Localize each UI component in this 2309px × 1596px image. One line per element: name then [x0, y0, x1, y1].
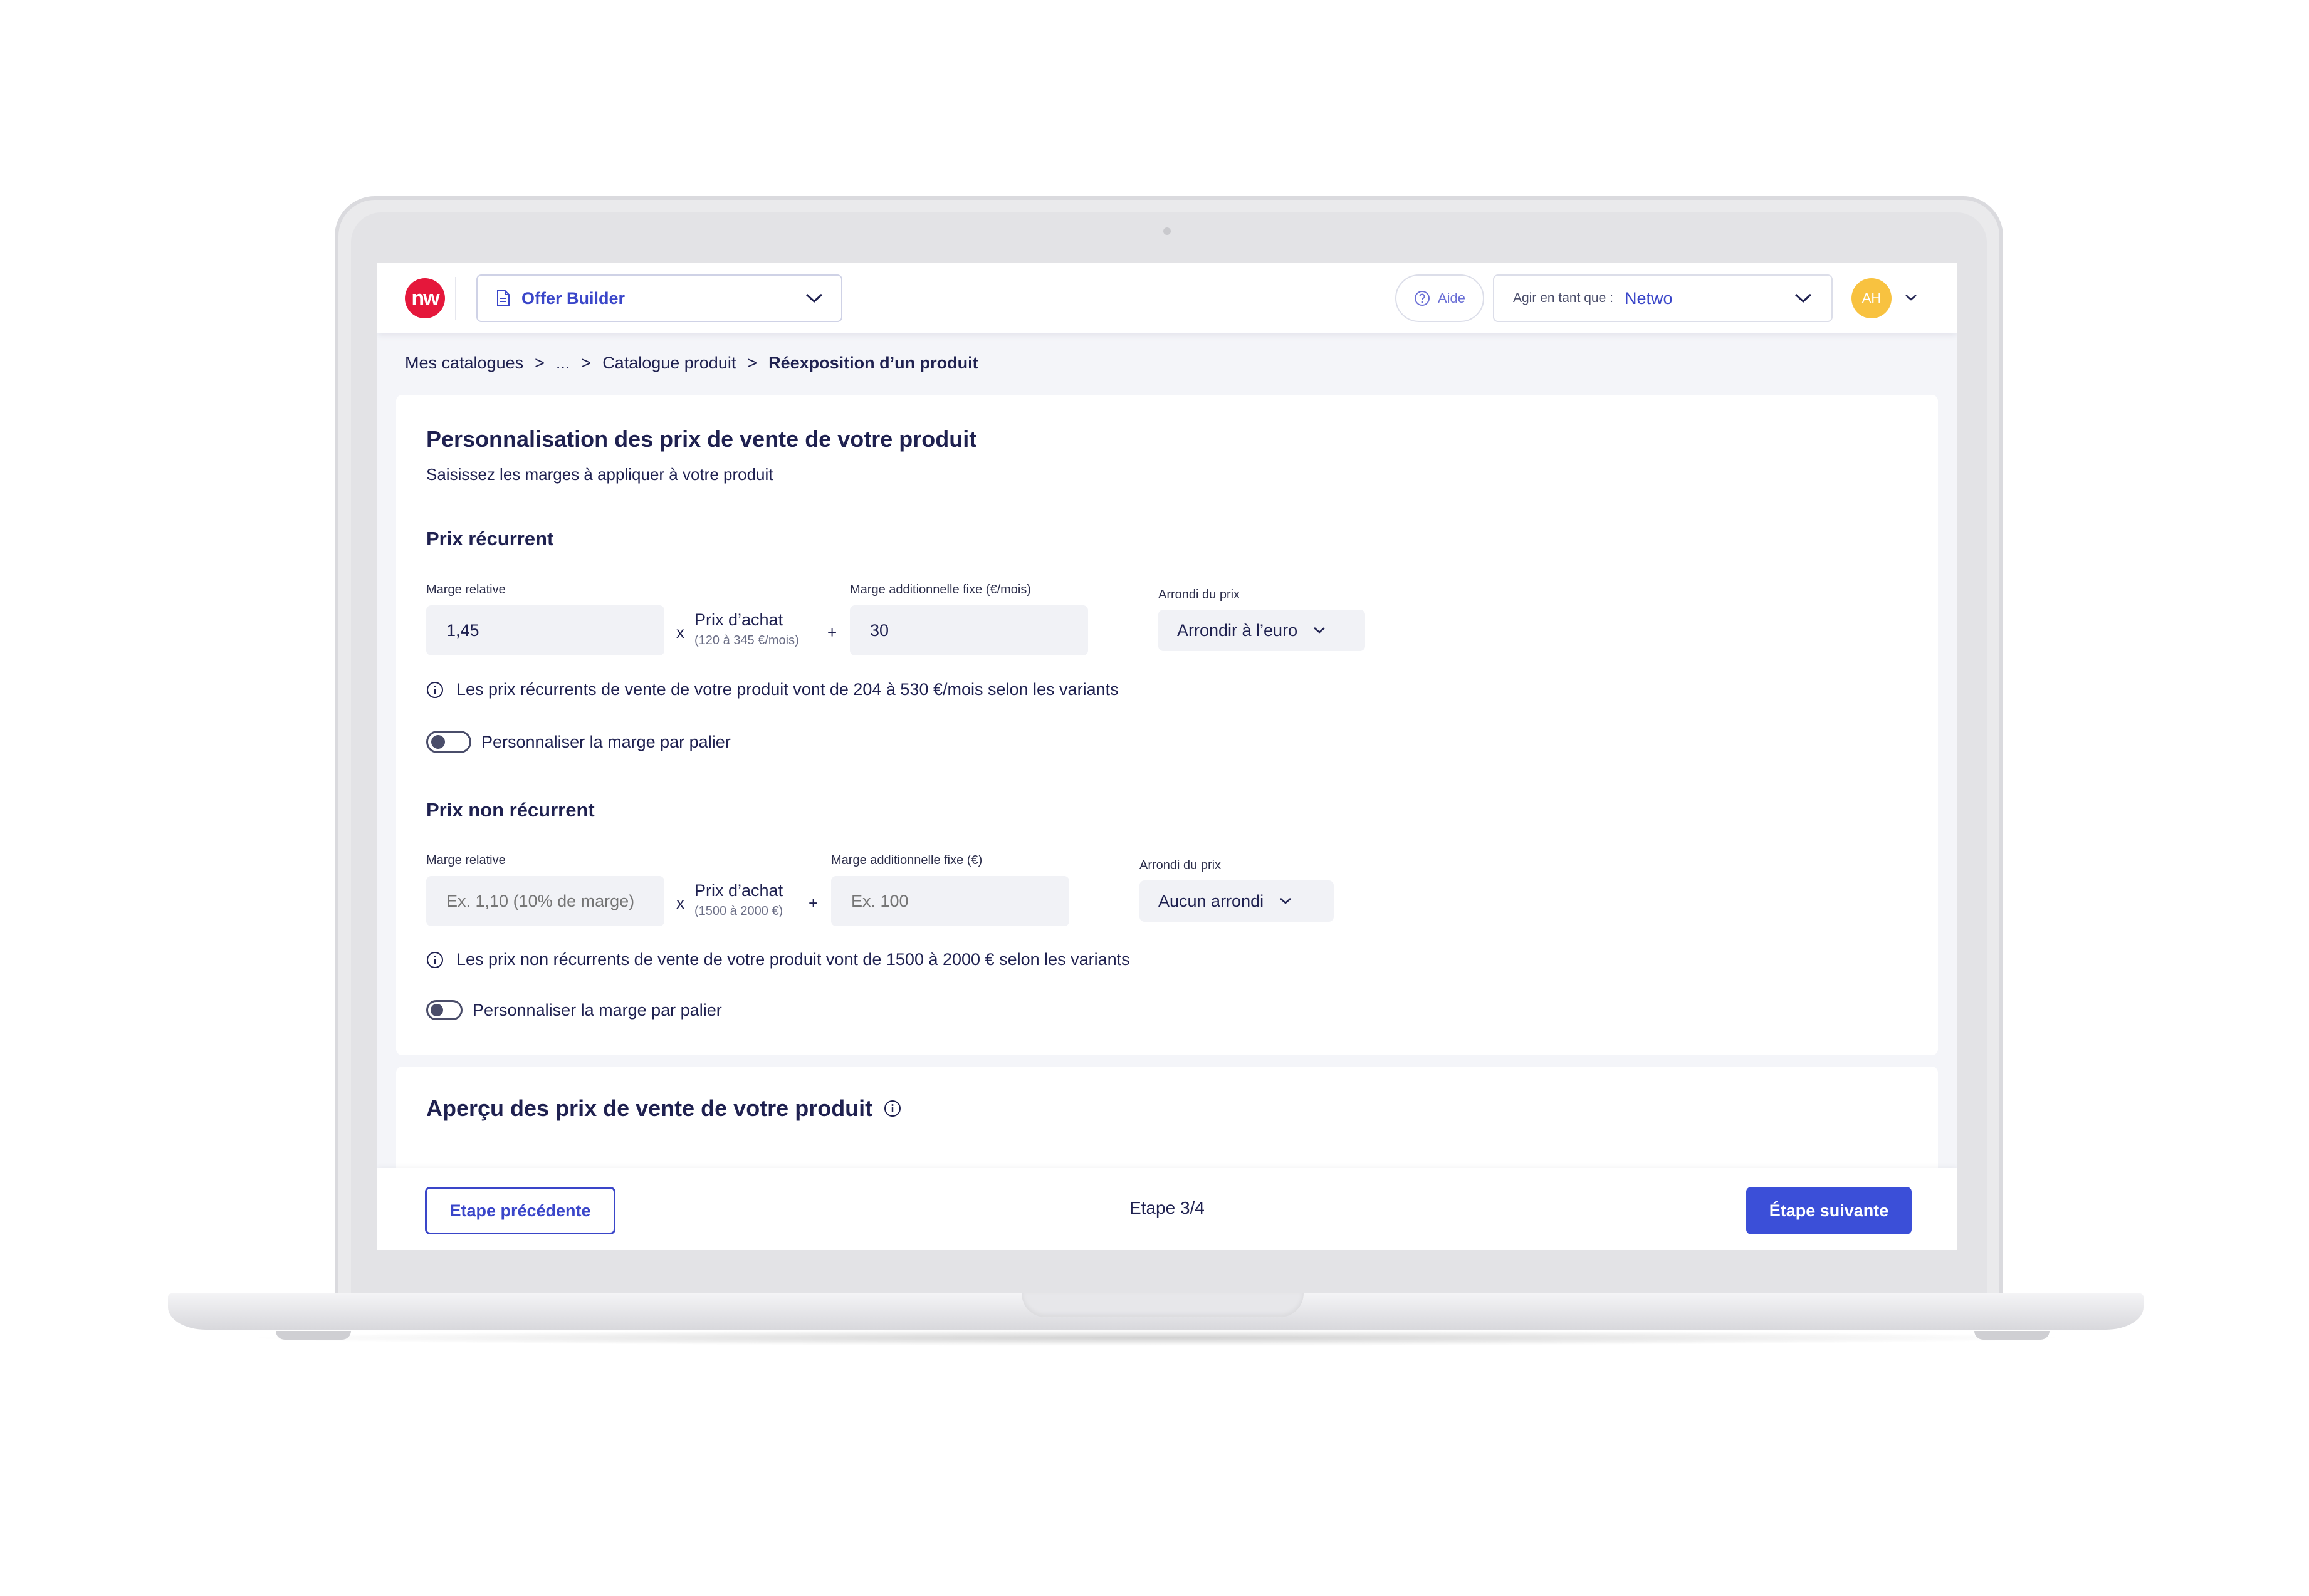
- recurring-relative-margin-input[interactable]: [426, 605, 664, 655]
- breadcrumb-separator: >: [747, 353, 758, 372]
- rounding-label: Arrondi du prix: [1139, 858, 1222, 872]
- non-recurring-tier-toggle-row: Personnaliser la marge par palier: [426, 1000, 722, 1020]
- recurring-fixed-margin-input[interactable]: [850, 605, 1088, 655]
- recurring-tier-toggle[interactable]: [426, 731, 471, 753]
- breadcrumb-item[interactable]: ...: [556, 353, 570, 373]
- fixed-margin-label: Marge additionnelle fixe (€): [831, 853, 983, 867]
- chevron-down-icon: [1280, 898, 1291, 904]
- fixed-margin-label: Marge additionnelle fixe (€/mois): [850, 583, 1032, 597]
- recurring-section-title: Prix récurrent: [426, 528, 554, 550]
- non-recurring-section-title: Prix non récurrent: [426, 799, 595, 821]
- page-title: Personnalisation des prix de vente de vo…: [426, 426, 977, 452]
- breadcrumb-separator: >: [581, 353, 592, 372]
- app-selector[interactable]: Offer Builder: [476, 274, 842, 322]
- breadcrumb: Mes catalogues > ... > Catalogue produit…: [405, 353, 978, 373]
- relative-margin-label: Marge relative: [426, 583, 506, 597]
- recurring-rounding-select[interactable]: Arrondir à l’euro: [1158, 610, 1365, 651]
- toggle-label: Personnaliser la marge par palier: [481, 732, 731, 751]
- preview-title-row: Aperçu des prix de vente de votre produi…: [426, 1095, 901, 1122]
- rounding-label: Arrondi du prix: [1158, 588, 1240, 602]
- camera-dot: [1163, 227, 1171, 235]
- laptop-shadow: [238, 1330, 2075, 1346]
- act-as-label: Agir en tant que :: [1513, 291, 1613, 305]
- breadcrumb-item[interactable]: Mes catalogues: [405, 353, 523, 373]
- purchase-price-label: Prix d’achat: [694, 610, 783, 629]
- help-button[interactable]: Aide: [1395, 274, 1484, 322]
- non-recurring-relative-margin-input[interactable]: [426, 876, 664, 926]
- chevron-down-icon: [1314, 627, 1325, 634]
- laptop-notch: [1022, 1293, 1304, 1317]
- brand-logo[interactable]: nw: [405, 278, 445, 318]
- times-operator: x: [676, 894, 684, 912]
- non-recurring-rounding-select[interactable]: Aucun arrondi: [1139, 880, 1334, 922]
- purchase-price-label: Prix d’achat: [694, 881, 783, 900]
- preview-title: Aperçu des prix de vente de votre produi…: [426, 1095, 873, 1121]
- rounding-value: Arrondir à l’euro: [1177, 620, 1298, 640]
- recurring-info-text: Les prix récurrents de vente de votre pr…: [456, 680, 1119, 699]
- purchase-price-range: (120 à 345 €/mois): [694, 634, 799, 647]
- page-subtitle: Saisissez les marges à appliquer à votre…: [426, 465, 773, 484]
- chevron-down-icon: [1794, 293, 1812, 303]
- laptop-foot: [1974, 1331, 2050, 1340]
- plus-operator: +: [827, 623, 837, 642]
- recurring-tier-toggle-row: Personnaliser la marge par palier: [426, 731, 731, 753]
- previous-step-button[interactable]: Etape précédente: [425, 1187, 615, 1234]
- step-indicator: Etape 3/4: [1129, 1198, 1205, 1218]
- avatar[interactable]: AH: [1851, 278, 1892, 318]
- top-navbar: nw Offer Builder Aide Agir en tant que:…: [377, 263, 1957, 333]
- info-icon[interactable]: [884, 1100, 901, 1117]
- toggle-knob: [431, 1004, 443, 1016]
- non-recurring-tier-toggle[interactable]: [426, 1000, 463, 1020]
- toggle-knob: [431, 735, 445, 749]
- app-selector-label: Offer Builder: [521, 288, 626, 308]
- non-recurring-fixed-margin-input[interactable]: [831, 876, 1069, 926]
- purchase-price: Prix d’achat (1500 à 2000 €): [694, 881, 783, 919]
- document-icon: [497, 290, 510, 306]
- avatar-initials: AH: [1861, 290, 1882, 306]
- help-label: Aide: [1437, 290, 1466, 306]
- plus-operator: +: [809, 894, 819, 912]
- rounding-value: Aucun arrondi: [1158, 891, 1264, 910]
- toggle-label: Personnaliser la marge par palier: [473, 1000, 722, 1020]
- pricing-card: Personnalisation des prix de vente de vo…: [396, 395, 1938, 1055]
- purchase-price-range: (1500 à 2000 €): [694, 904, 783, 918]
- laptop-foot: [276, 1331, 351, 1340]
- act-as-selector[interactable]: Agir en tant que : Netwo: [1493, 274, 1833, 322]
- non-recurring-info-text: Les prix non récurrents de vente de votr…: [456, 950, 1130, 969]
- non-recurring-info: Les prix non récurrents de vente de votr…: [426, 950, 1130, 969]
- purchase-price: Prix d’achat (120 à 345 €/mois): [694, 610, 799, 648]
- times-operator: x: [676, 623, 684, 642]
- divider: [455, 277, 456, 320]
- chevron-down-icon[interactable]: [1904, 293, 1918, 302]
- chevron-down-icon: [805, 293, 823, 303]
- logo-text: nw: [411, 286, 439, 310]
- breadcrumb-item[interactable]: Catalogue produit: [602, 353, 736, 373]
- act-as-value: Netwo: [1624, 288, 1673, 308]
- wizard-footer: Etape précédente Etape 3/4 Étape suivant…: [377, 1168, 1957, 1250]
- breadcrumb-separator: >: [535, 353, 545, 372]
- recurring-info: Les prix récurrents de vente de votre pr…: [426, 680, 1119, 699]
- info-icon: [427, 681, 443, 698]
- info-icon: [427, 951, 443, 968]
- relative-margin-label: Marge relative: [426, 853, 506, 867]
- next-step-button[interactable]: Étape suivante: [1746, 1187, 1912, 1234]
- breadcrumb-current: Réexposition d’un produit: [768, 353, 978, 372]
- app-screen: nw Offer Builder Aide Agir en tant que:…: [377, 263, 1957, 1250]
- help-icon: [1414, 291, 1430, 306]
